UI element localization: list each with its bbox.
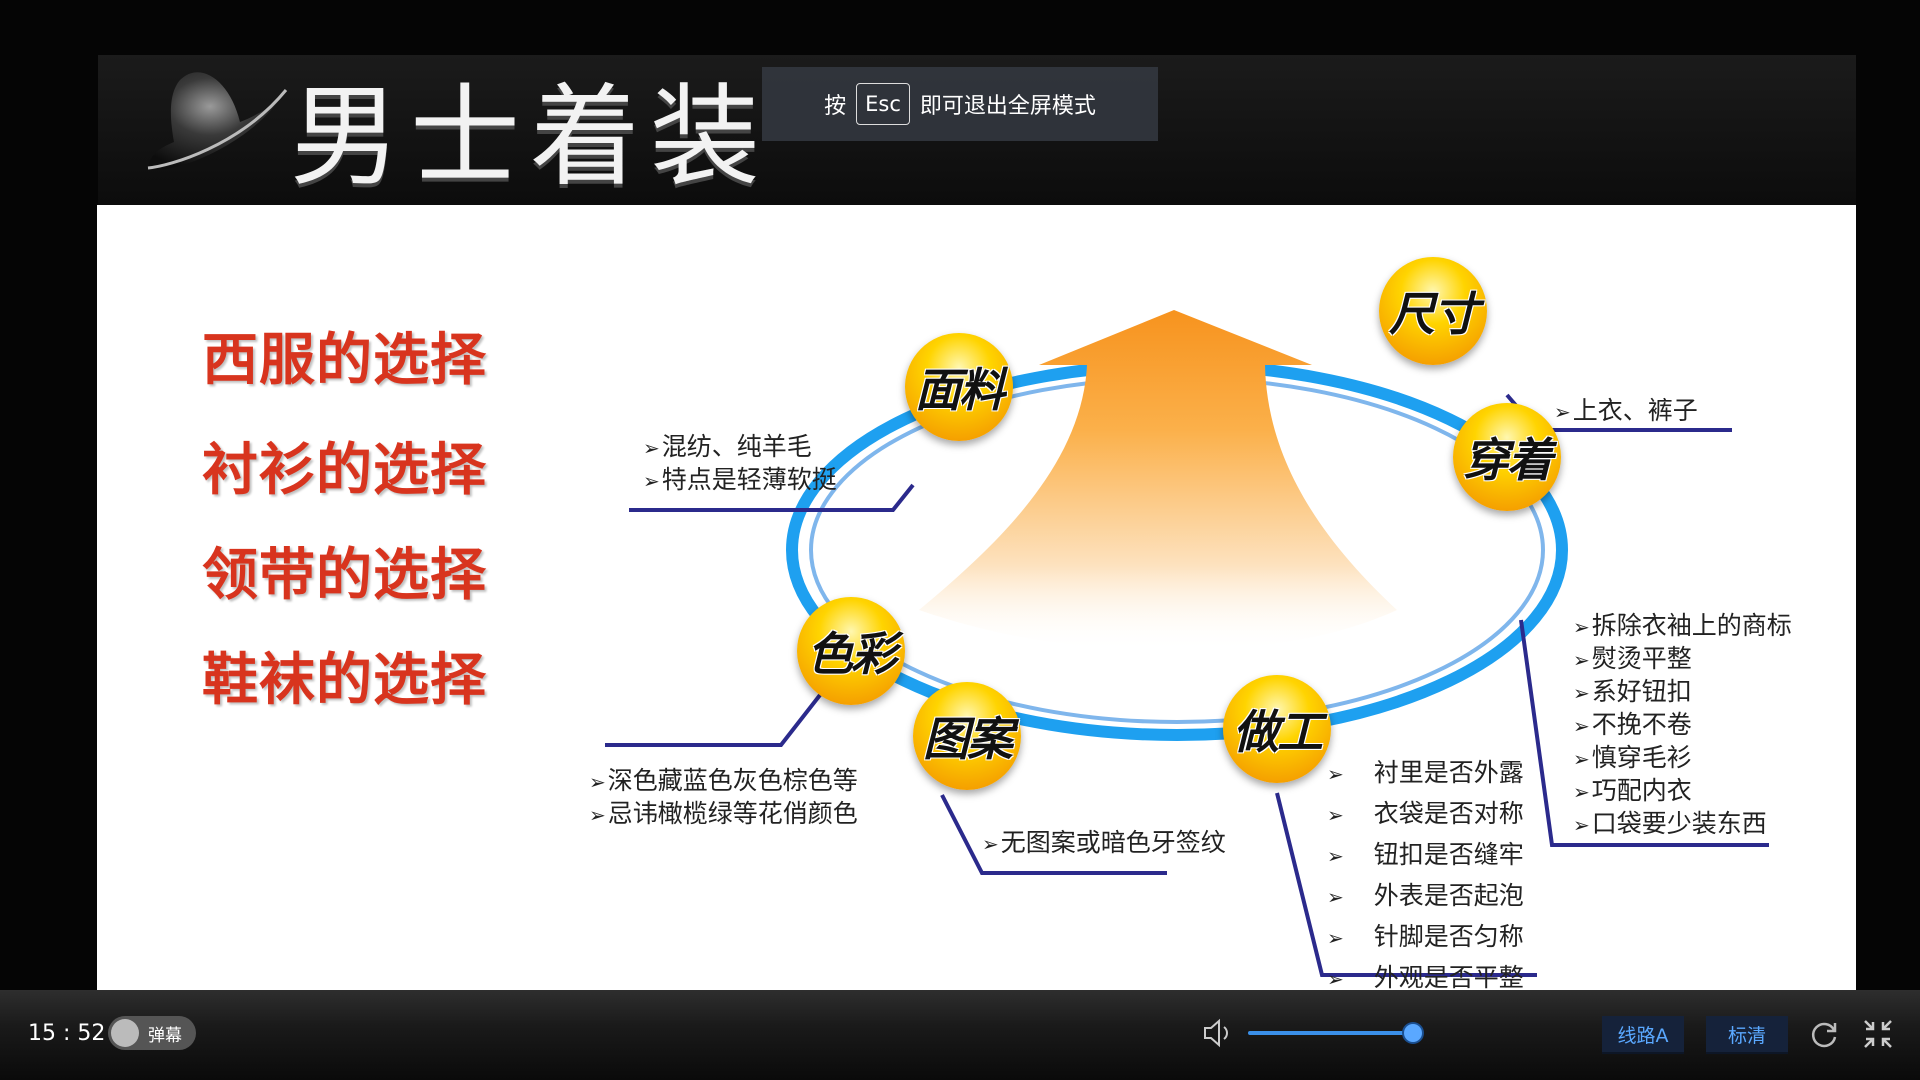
danmaku-toggle[interactable]: 弹幕 (108, 1016, 196, 1050)
exit-fullscreen-icon[interactable] (1862, 1018, 1894, 1050)
note-craft-row: 针脚是否匀称 (1327, 917, 1524, 958)
note-pattern-row: 无图案或暗色牙签纹 (982, 827, 1226, 860)
note-fabric-row: 特点是轻薄软挺 (643, 464, 837, 497)
note-craft-row: 钮扣是否缝牢 (1327, 835, 1524, 876)
note-color-row: 忌讳橄榄绿等花俏颜色 (589, 798, 858, 831)
tip-suffix: 即可退出全屏模式 (919, 94, 1096, 119)
node-fabric-badge: 面料 (905, 333, 1013, 441)
note-pattern: 无图案或暗色牙签纹 (982, 827, 1226, 860)
note-color-row: 深色藏蓝色灰色棕色等 (589, 765, 858, 798)
note-color: 深色藏蓝色灰色棕色等 忌讳橄榄绿等花俏颜色 (589, 765, 858, 831)
note-fabric: 混纺、纯羊毛 特点是轻薄软挺 (643, 431, 837, 497)
node-color-badge: 色彩 (797, 597, 905, 705)
fullscreen-exit-tip: 按 Esc 即可退出全屏模式 (762, 67, 1158, 141)
esc-key-label: Esc (856, 83, 910, 125)
slide-content: 西服的选择 衬衫的选择 领带的选择 鞋袜的选择 尺寸 面料 穿着 色彩 图案 做… (97, 205, 1856, 990)
playback-time: 15 : 52 (28, 1021, 106, 1046)
note-craft-row: 外表是否起泡 (1327, 876, 1524, 917)
note-wear: 拆除衣袖上的商标 熨烫平整 系好钮扣 不挽不卷 慎穿毛衫 巧配内衣 口袋要少装东… (1573, 610, 1792, 841)
volume-slider-track[interactable] (1248, 1031, 1415, 1035)
slide-title: 男士着装 (290, 73, 770, 201)
node-pattern-label: 图案 (923, 712, 1013, 766)
node-pattern-badge: 图案 (913, 682, 1021, 790)
node-fabric-label: 面料 (915, 363, 1005, 417)
note-wear-row: 系好钮扣 (1573, 676, 1792, 709)
node-craft-badge: 做工 (1223, 675, 1331, 783)
volume-slider-thumb[interactable] (1404, 1024, 1422, 1042)
note-craft-row: 衬里是否外露 (1327, 753, 1524, 794)
volume-icon[interactable] (1202, 1018, 1234, 1048)
node-size-label: 尺寸 (1389, 287, 1479, 341)
note-wear-row: 口袋要少装东西 (1573, 808, 1792, 841)
note-craft: 衬里是否外露 衣袋是否对称 钮扣是否缝牢 外表是否起泡 针脚是否匀称 外观是否平… (1327, 753, 1524, 990)
danmaku-label: 弹幕 (148, 1025, 182, 1046)
note-wear-row: 巧配内衣 (1573, 775, 1792, 808)
note-size: 上衣、裤子 (1554, 395, 1698, 428)
note-wear-row: 不挽不卷 (1573, 709, 1792, 742)
refresh-icon[interactable] (1808, 1018, 1840, 1050)
note-fabric-row: 混纺、纯羊毛 (643, 431, 837, 464)
note-size-row: 上衣、裤子 (1554, 395, 1698, 428)
line-select-button[interactable]: 线路A (1602, 1016, 1684, 1054)
node-craft-label: 做工 (1233, 705, 1323, 759)
toggle-knob (111, 1019, 139, 1047)
node-wear-label: 穿着 (1463, 433, 1553, 487)
tip-prefix: 按 (824, 94, 847, 119)
quality-select-button[interactable]: 标清 (1706, 1016, 1788, 1054)
node-size-badge: 尺寸 (1379, 257, 1487, 365)
bowler-hat-icon (147, 72, 288, 170)
note-wear-row: 拆除衣袖上的商标 (1573, 610, 1792, 643)
node-wear-badge: 穿着 (1453, 403, 1561, 511)
note-craft-row: 衣袋是否对称 (1327, 794, 1524, 835)
note-wear-row: 慎穿毛衫 (1573, 742, 1792, 775)
slide-frame: 男士着装 西服的选择 衬衫的选择 领带的选择 鞋袜的选择 尺寸 面料 穿着 色彩… (0, 0, 1920, 990)
note-craft-row: 外观是否平整 (1327, 958, 1524, 990)
suit-diagram (605, 310, 1769, 977)
node-color-label: 色彩 (807, 627, 897, 681)
note-wear-row: 熨烫平整 (1573, 643, 1792, 676)
